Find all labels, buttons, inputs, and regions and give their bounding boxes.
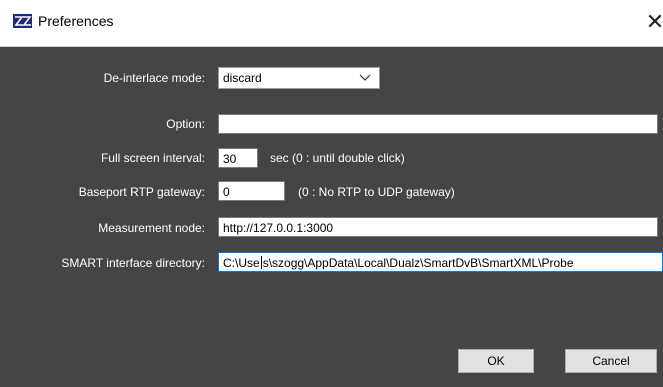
- fullscreen-interval-note: sec (0 : until double click): [270, 151, 405, 165]
- title-bar: Preferences ✕: [0, 0, 663, 47]
- ok-button[interactable]: OK: [458, 349, 534, 373]
- measurement-node-label: Measurement node:: [98, 221, 205, 235]
- fullscreen-interval-input[interactable]: 30: [218, 148, 258, 168]
- dialog-body: De-interlace mode: discard Option: Full …: [0, 47, 663, 387]
- option-label: Option:: [166, 117, 205, 131]
- measurement-node-input[interactable]: http://127.0.0.1:3000: [218, 217, 658, 237]
- smart-directory-label: SMART interface directory:: [61, 256, 205, 270]
- smart-directory-text-after: s\szogg\AppData\Local\Dualz\SmartDvB\Sma…: [262, 256, 574, 270]
- baseport-rtp-input[interactable]: 0: [218, 181, 285, 201]
- baseport-rtp-note: (0 : No RTP to UDP gateway): [298, 185, 455, 199]
- deinterlace-value: discard: [223, 71, 262, 85]
- cancel-button[interactable]: Cancel: [565, 349, 657, 373]
- app-logo-icon: [13, 14, 32, 28]
- window-title: Preferences: [38, 13, 114, 29]
- text-caret: [260, 256, 262, 269]
- deinterlace-label: De-interlace mode:: [103, 71, 205, 85]
- smart-directory-input[interactable]: C:\Use s\szogg\AppData\Local\Dualz\SmartD…: [218, 252, 663, 272]
- close-icon[interactable]: ✕: [640, 8, 663, 38]
- smart-directory-text-before: C:\Use: [223, 256, 260, 270]
- option-input[interactable]: [218, 114, 658, 134]
- chevron-down-icon: [359, 74, 371, 81]
- baseport-rtp-label: Baseport RTP gateway:: [78, 185, 205, 199]
- fullscreen-interval-label: Full screen interval:: [100, 151, 205, 165]
- preferences-window: Preferences ✕ De-interlace mode: discard…: [0, 0, 663, 387]
- deinterlace-select[interactable]: discard: [218, 67, 380, 89]
